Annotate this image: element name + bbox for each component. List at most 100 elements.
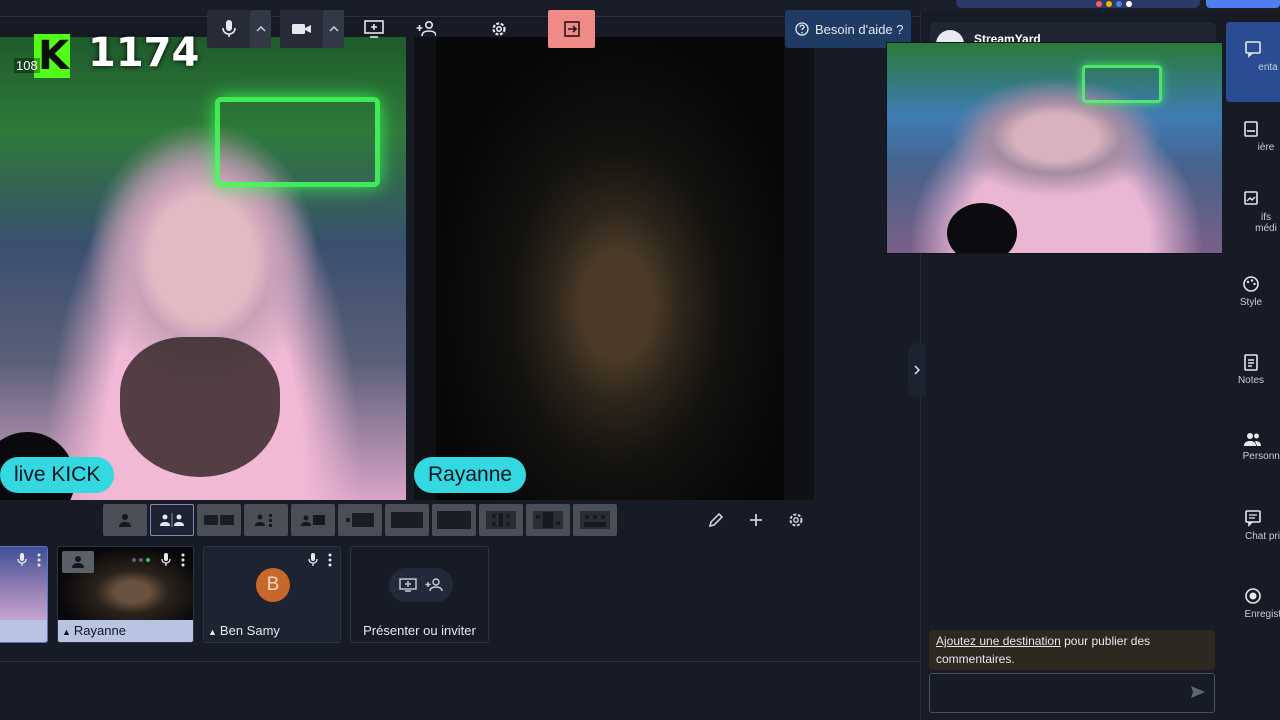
palette-icon <box>1243 276 1259 292</box>
ben-card-controls <box>308 553 332 567</box>
rail-item-banners[interactable]: ière <box>1222 120 1280 153</box>
layout-fullscreen-button[interactable] <box>479 504 523 536</box>
layout-solo-button[interactable] <box>103 504 147 536</box>
rail-label: Chat priv <box>1245 531 1280 542</box>
layout-thin-leader-button[interactable] <box>338 504 382 536</box>
go-live-button[interactable] <box>1206 0 1280 8</box>
screen-share-icon <box>364 20 384 38</box>
person-icon <box>119 514 131 527</box>
rail-item-style[interactable]: Style <box>1222 275 1280 308</box>
share-screen-button[interactable] <box>354 10 394 48</box>
participant-name-rayanne: ▲ Rayanne <box>58 620 193 642</box>
people-icon <box>1244 433 1261 446</box>
microphone-icon <box>221 20 236 37</box>
destinations-pill[interactable] <box>956 0 1200 8</box>
layout-news-button[interactable] <box>573 504 617 536</box>
media-icon <box>1244 191 1258 205</box>
invite-guest-button[interactable] <box>406 10 446 48</box>
participant-card-host[interactable] <box>0 546 48 643</box>
rail-label: Style <box>1239 297 1263 308</box>
top-strip <box>0 0 920 17</box>
help-circle-icon <box>795 22 809 36</box>
comment-icon <box>1245 41 1261 58</box>
add-plus-icon[interactable] <box>740 504 772 536</box>
name-tag-host: live KICK <box>0 457 115 493</box>
camera-options-button[interactable] <box>323 10 344 48</box>
mic-toggle-button[interactable] <box>207 10 250 48</box>
more-options-icon[interactable] <box>37 553 41 567</box>
chat-icon <box>1245 510 1261 527</box>
mic-icon[interactable] <box>308 553 318 567</box>
notes-icon <box>1244 354 1258 371</box>
participant-name-host <box>0 620 47 642</box>
rail-item-recordings[interactable]: Enregistren <box>1226 587 1280 620</box>
mic-options-button[interactable] <box>250 10 271 48</box>
rail-label: ière <box>1257 142 1275 153</box>
rail-item-comments[interactable]: enta <box>1226 40 1280 73</box>
rail-label: médi <box>1255 223 1277 234</box>
two-people-icon <box>160 513 184 527</box>
remove-from-stage-button[interactable] <box>62 551 94 573</box>
participant-name-label: Ben Samy <box>219 623 280 638</box>
leave-studio-button[interactable] <box>548 10 595 48</box>
help-label: Besoin d'aide ? <box>815 21 904 37</box>
participant-card-rayanne[interactable]: ▲ Rayanne <box>57 546 194 643</box>
stage-settings-gear-icon[interactable] <box>780 504 812 536</box>
kick-neon-sign <box>215 97 380 187</box>
chevron-right-icon <box>914 365 920 375</box>
camera-icon <box>291 24 311 34</box>
collapse-panel-button[interactable] <box>908 343 926 397</box>
layout-split-grid-button[interactable] <box>526 504 570 536</box>
layout-side-by-side-button[interactable] <box>150 504 194 536</box>
rail-item-people[interactable]: Personne <box>1226 431 1280 462</box>
video-tile-host[interactable] <box>0 37 406 500</box>
add-destination-link[interactable]: Ajoutez une destination <box>936 634 1061 648</box>
present-invite-label: Présenter ou inviter <box>363 623 476 638</box>
layout-group-small-button[interactable] <box>197 504 241 536</box>
present-invite-icons <box>389 568 453 602</box>
record-icon <box>1245 588 1261 604</box>
rail-label: Enregistren <box>1244 609 1280 620</box>
mic-icon[interactable] <box>17 553 27 567</box>
viewer-counter: 1174 <box>88 30 200 76</box>
person-icon: ▲ <box>62 627 71 637</box>
rail-item-notes[interactable]: Notes <box>1222 353 1280 386</box>
kick-neon-sign <box>1082 65 1162 103</box>
host-face-shadow <box>120 337 280 477</box>
studio-window: K 1174 108 live KICK Rayanne ▲ Rayanne B… <box>0 0 1280 720</box>
stage-tools <box>700 504 812 536</box>
edit-pencil-icon[interactable] <box>700 504 732 536</box>
video-tile-guest[interactable] <box>414 37 814 500</box>
destination-notice: Ajoutez une destination pour publier des… <box>929 630 1215 670</box>
comment-input-box <box>929 673 1215 713</box>
participant-name-label: Rayanne <box>73 623 126 638</box>
rail-label: ifs <box>1261 212 1271 223</box>
rail-label: Notes <box>1237 375 1265 386</box>
participant-card-ben-samy[interactable]: B ▲ Ben Samy <box>203 546 341 643</box>
layout-pip-full-button[interactable] <box>432 504 476 536</box>
more-options-icon[interactable] <box>328 553 332 567</box>
present-or-invite-card[interactable]: Présenter ou inviter <box>350 546 489 643</box>
chevron-up-icon <box>328 26 339 32</box>
add-person-icon <box>416 21 436 37</box>
live-preview-video <box>886 42 1264 254</box>
camera-toggle-button[interactable] <box>280 10 323 48</box>
person-icon <box>72 556 84 568</box>
exit-icon <box>563 21 580 37</box>
layout-toolbar <box>103 504 617 536</box>
rail-label: Personne <box>1242 451 1280 462</box>
mic-icon[interactable] <box>161 553 171 567</box>
guest-video-feed <box>436 37 784 500</box>
settings-button[interactable] <box>479 10 519 48</box>
rail-item-private-chat[interactable]: Chat priv <box>1226 509 1280 542</box>
avatar: B <box>256 568 290 602</box>
more-options-icon[interactable] <box>181 553 185 567</box>
layout-group-grid-button[interactable] <box>244 504 288 536</box>
layout-leader-button[interactable] <box>291 504 335 536</box>
layout-pip-left-button[interactable] <box>385 504 429 536</box>
audio-level-icon <box>132 558 150 562</box>
rail-item-media[interactable]: ifs médi <box>1222 190 1280 234</box>
send-icon[interactable] <box>1190 684 1206 700</box>
comment-input[interactable] <box>930 674 1180 712</box>
banner-icon <box>1244 121 1258 137</box>
